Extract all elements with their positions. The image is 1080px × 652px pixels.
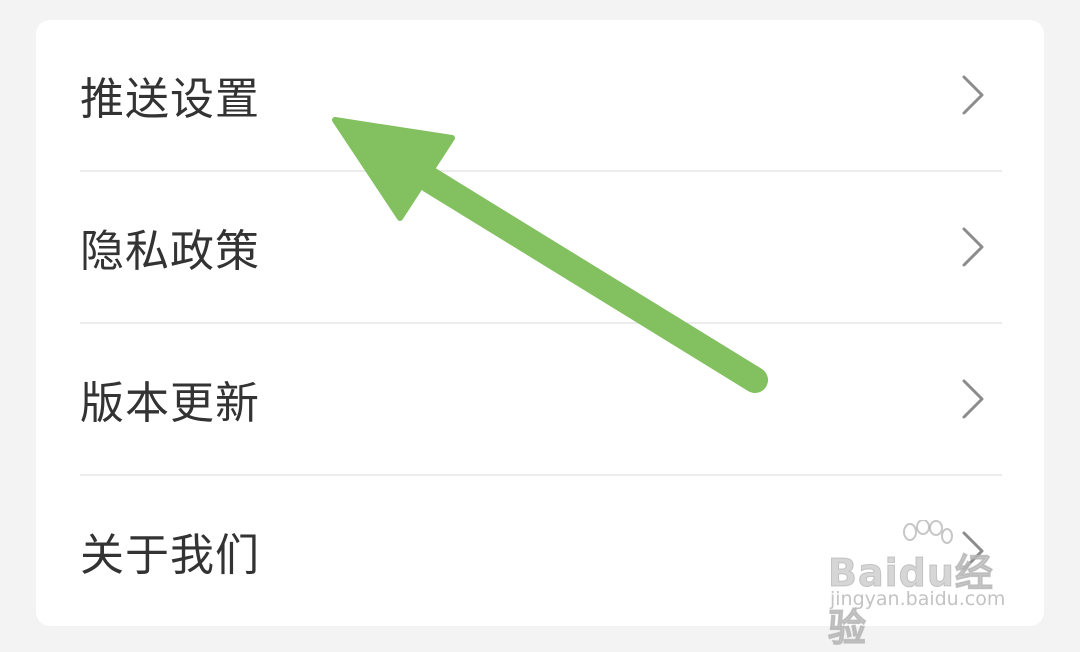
menu-item-version-update[interactable]: 版本更新 — [36, 324, 1044, 474]
menu-item-label: 推送设置 — [80, 74, 260, 125]
settings-card: 推送设置 隐私政策 版本更新 关于我们 — [36, 20, 1044, 626]
chevron-right-icon — [962, 227, 984, 267]
menu-item-privacy-policy[interactable]: 隐私政策 — [36, 172, 1044, 322]
menu-item-label: 隐私政策 — [80, 226, 260, 277]
chevron-right-icon — [962, 531, 984, 571]
menu-item-label: 关于我们 — [80, 530, 260, 581]
menu-item-push-settings[interactable]: 推送设置 — [36, 20, 1044, 170]
chevron-right-icon — [962, 75, 984, 115]
menu-item-label: 版本更新 — [80, 378, 260, 429]
menu-item-about-us[interactable]: 关于我们 — [36, 476, 1044, 626]
chevron-right-icon — [962, 379, 984, 419]
